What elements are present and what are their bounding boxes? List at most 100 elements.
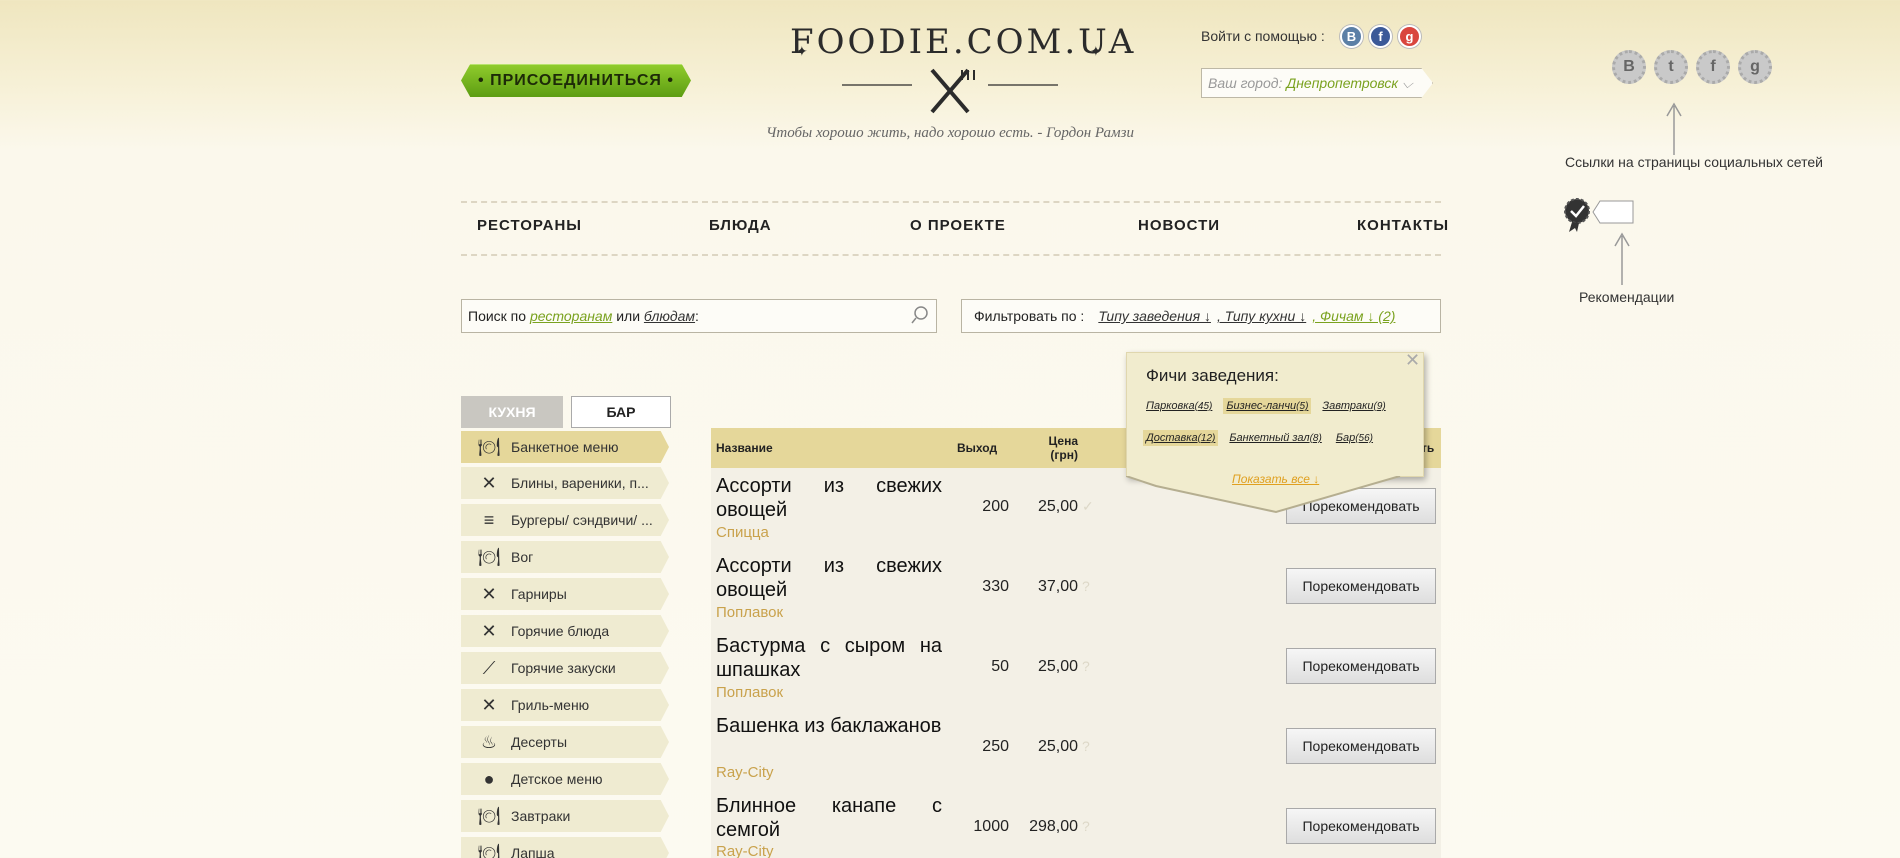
dish-price: 25,00: [1037, 658, 1078, 675]
search-icon[interactable]: [910, 305, 930, 328]
recommend-button[interactable]: Порекомендовать: [1286, 808, 1436, 844]
filter-bar: Фильтровать по : Типу заведения ↓ , Типу…: [961, 299, 1441, 333]
svg-text:✦: ✦: [796, 43, 808, 59]
dish-name[interactable]: Блинное канапе с семгой: [716, 794, 942, 842]
chevron-down-icon: ⌵: [1402, 74, 1413, 91]
search-restaurants-link[interactable]: ресторанам: [530, 308, 612, 324]
recommend-button[interactable]: Порекомендовать: [1286, 728, 1436, 764]
tag-parking[interactable]: Парковка(45): [1143, 398, 1215, 414]
sidebar-item[interactable]: ≡ Бургеры/ сэндвичи/ ...: [461, 504, 669, 536]
sidebar-item[interactable]: ⟋ Горячие закуски: [461, 652, 669, 684]
dish-price: 298,00: [1029, 818, 1078, 835]
search-dishes-link[interactable]: блюдам: [644, 308, 695, 324]
apple-icon: ●: [483, 768, 495, 789]
sidebar-item[interactable]: 🍽 Лапша: [461, 837, 669, 858]
dish-name[interactable]: Ассорти из свежих овощей: [716, 474, 942, 522]
sidebar-item[interactable]: 🍽 Банкетное меню: [461, 431, 669, 463]
filter-cuisine-link[interactable]: , Типу кухни ↓: [1217, 308, 1306, 324]
cutlery-icon: ✕: [481, 620, 497, 641]
tab-kitchen[interactable]: КУХНЯ: [461, 396, 563, 428]
skewer-icon: ⟋: [482, 657, 496, 678]
vk-login-icon[interactable]: В: [1340, 25, 1363, 48]
dish-price: 25,00: [1037, 738, 1078, 755]
plate-icon: 🍽: [477, 436, 501, 457]
dish-out: 330: [982, 578, 1009, 595]
show-all-link[interactable]: Показать все ↓: [1232, 472, 1319, 486]
restaurant-name[interactable]: Поплавок: [716, 684, 783, 701]
dish-out: 50: [991, 658, 1009, 675]
table-row: Башенка из баклажанов Ray-City 250 25,00…: [711, 708, 1441, 788]
check-icon: ?: [1082, 578, 1090, 594]
tag-breakfast[interactable]: Завтраки(9): [1319, 398, 1388, 414]
tags-row-1: Парковка(45) Бизнес-ланчи(5) Завтраки(9): [1143, 398, 1413, 414]
nav-about[interactable]: О ПРОЕКТЕ: [910, 217, 1006, 234]
sidebar-item[interactable]: ✕ Гарниры: [461, 578, 669, 610]
search-or: или: [616, 308, 641, 324]
social-icons: В t f g: [1612, 50, 1772, 84]
facebook-login-icon[interactable]: f: [1369, 25, 1392, 48]
city-selector[interactable]: Ваш город: Днепропетровск ⌵: [1201, 68, 1433, 98]
sidebar-item[interactable]: ♨ Десерты: [461, 726, 669, 758]
check-icon: ?: [1082, 818, 1090, 834]
sidebar-item[interactable]: ✕ Горячие блюда: [461, 615, 669, 647]
col-out: Выход: [957, 441, 998, 455]
rosette-icon: [1563, 198, 1591, 237]
facebook-icon[interactable]: f: [1696, 50, 1730, 84]
col-name: Название: [716, 441, 773, 455]
restaurant-name[interactable]: Ray-City: [716, 843, 774, 858]
tag-delivery[interactable]: Доставка(12): [1143, 430, 1219, 446]
search-input[interactable]: Поиск по ресторанам или блюдам :: [461, 299, 937, 333]
cupcake-icon: ♨: [480, 731, 498, 752]
restaurant-name[interactable]: Поплавок: [716, 604, 783, 621]
nav-dishes[interactable]: БЛЮДА: [709, 217, 772, 234]
filter-type-link[interactable]: Типу заведения ↓: [1098, 308, 1211, 324]
logo[interactable]: FOODIE.COM.UA ✦ ✦: [790, 20, 1133, 115]
google-plus-icon[interactable]: g: [1738, 50, 1772, 84]
recommend-count-badge: [1592, 200, 1634, 224]
dish-price: 37,00: [1037, 578, 1078, 595]
table-row: Блинное канапе с семгой Ray-City 1000 29…: [711, 788, 1441, 858]
tag-banquet-hall[interactable]: Банкетный зал(8): [1226, 430, 1324, 446]
recommend-button[interactable]: Порекомендовать: [1286, 648, 1436, 684]
twitter-icon[interactable]: t: [1654, 50, 1688, 84]
dish-name[interactable]: Башенка из баклажанов: [716, 714, 942, 738]
check-icon: ?: [1082, 738, 1090, 754]
nav-restaurants[interactable]: РЕСТОРАНЫ: [477, 217, 582, 234]
sidebar-item[interactable]: ✕ Блины, вареники, п...: [461, 467, 669, 499]
restaurant-name[interactable]: Спицца: [716, 524, 769, 541]
slogan: Чтобы хорошо жить, надо хорошо есть. - Г…: [766, 125, 1134, 141]
google-plus-login-icon[interactable]: g: [1398, 25, 1421, 48]
sidebar-item[interactable]: 🍽 Завтраки: [461, 800, 669, 832]
join-button[interactable]: • ПРИСОЕДИНИТЬСЯ •: [461, 64, 691, 97]
burger-icon: ≡: [483, 509, 495, 530]
nav-news[interactable]: НОВОСТИ: [1138, 217, 1220, 234]
tag-business-lunch[interactable]: Бизнес-ланчи(5): [1223, 398, 1312, 414]
nav-contacts[interactable]: КОНТАКТЫ: [1357, 217, 1449, 234]
filter-features-link[interactable]: , Фичам ↓ (2): [1312, 308, 1395, 324]
tags-row-2: Доставка(12) Банкетный зал(8) Бар(56): [1143, 430, 1413, 446]
table-body: Ассорти из свежих овощей Спицца 200 25,0…: [711, 468, 1441, 858]
vk-icon[interactable]: В: [1612, 50, 1646, 84]
table-row: Бастурма с сыром на шпашках Поплавок 50 …: [711, 628, 1441, 708]
restaurant-name[interactable]: Ray-City: [716, 764, 774, 781]
dish-out: 1000: [973, 818, 1009, 835]
sidebar-item[interactable]: ✕ Гриль-меню: [461, 689, 669, 721]
close-icon[interactable]: ✕: [1405, 350, 1420, 371]
search-colon: :: [695, 308, 699, 324]
tab-bar[interactable]: БАР: [571, 396, 671, 428]
sidebar-item[interactable]: ● Детское меню: [461, 763, 669, 795]
sidebar-item[interactable]: 🍽 Вог: [461, 541, 669, 573]
social-note: Ссылки на страницы социальных сетей: [1565, 154, 1823, 170]
login-label: Войти с помощью :: [1201, 28, 1325, 44]
search-prefix: Поиск по: [468, 308, 527, 324]
logo-cutlery-icon: ✦ ✦: [796, 43, 1102, 114]
rec-note: Рекомендации: [1579, 289, 1675, 305]
recommend-button[interactable]: Порекомендовать: [1286, 568, 1436, 604]
check-icon: ✓: [1082, 498, 1094, 514]
dish-price: 25,00: [1037, 498, 1078, 515]
svg-text:✦: ✦: [1090, 43, 1102, 59]
login-icons: В f g: [1340, 25, 1421, 48]
dish-name[interactable]: Ассорти из свежих овощей: [716, 554, 942, 602]
tag-bar[interactable]: Бар(56): [1333, 430, 1376, 446]
dish-name[interactable]: Бастурма с сыром на шпашках: [716, 634, 942, 682]
